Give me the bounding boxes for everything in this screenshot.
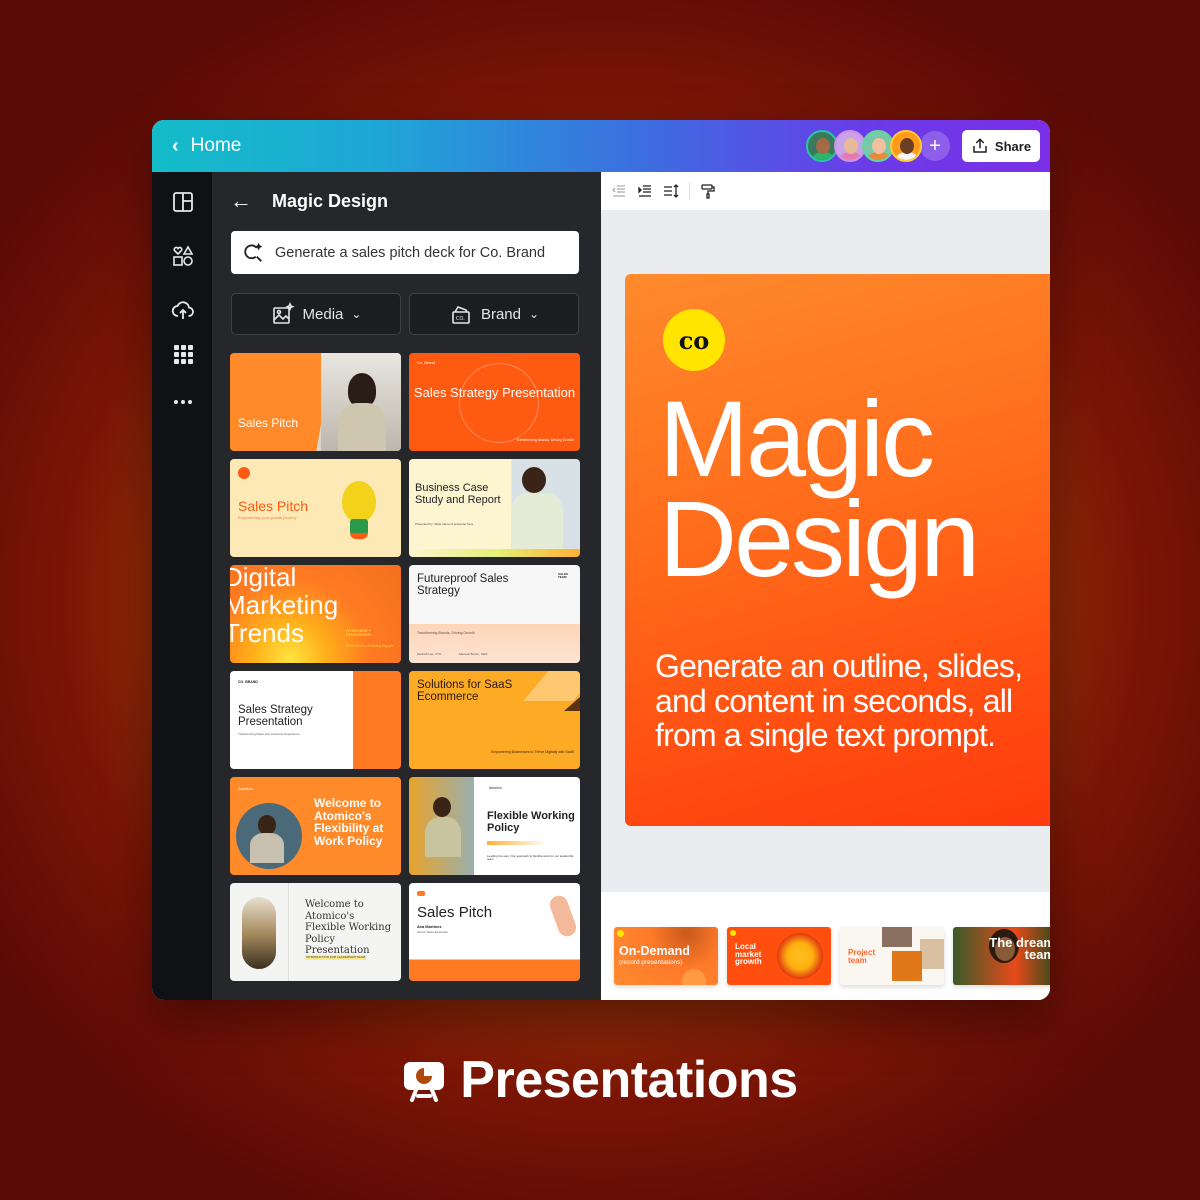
brand-filter-label: Brand (480, 305, 521, 323)
co-logo: co (663, 309, 725, 371)
outdent-icon[interactable] (611, 183, 627, 199)
top-bar: ‹ Home + Share (152, 120, 1050, 172)
svg-text:CO.: CO. (456, 316, 465, 322)
slide-title-line-1: Magic (659, 378, 935, 499)
cloud-upload-icon[interactable] (171, 298, 195, 322)
filmstrip-slide[interactable]: Project team (840, 927, 944, 985)
filmstrip-slide[interactable]: The dream team (953, 927, 1050, 985)
template-card[interactable]: Co. Brand Sales Strategy Presentation Tr… (409, 353, 580, 451)
chevron-down-icon: ⌄ (528, 307, 540, 321)
presentation-icon (404, 1062, 445, 1102)
paint-roller-icon[interactable] (700, 183, 716, 199)
canvas-area: co Magic Design Generate an outline, sli… (601, 172, 1050, 1000)
filmstrip-slide[interactable]: On-Demand (record presentations) (614, 927, 718, 985)
template-card[interactable]: Welcome to Atomico's Flexible Working Po… (230, 883, 401, 981)
layout-icon[interactable] (171, 190, 195, 214)
media-filter-button[interactable]: Media ⌄ (231, 293, 401, 335)
template-card[interactable]: CO. BRAND Sales Strategy Presentation Tr… (230, 671, 401, 769)
slide-filmstrip: On-Demand (record presentations) Local m… (601, 892, 1050, 1000)
line-spacing-icon[interactable] (663, 183, 679, 199)
slide-title-line-2: Design (659, 478, 980, 600)
home-button[interactable]: ‹ Home (172, 135, 241, 158)
toolbar-divider (689, 182, 690, 200)
chevron-down-icon: ⌄ (351, 307, 362, 321)
slide-title: Magic Design (659, 378, 980, 600)
template-card[interactable]: Solutions for SaaS Ecommerce Empowering … (409, 671, 580, 769)
avatar-face (900, 138, 914, 154)
avatar-face (872, 138, 886, 154)
brand-filter-button[interactable]: CO. Brand ⌄ (409, 293, 579, 335)
prompt-input[interactable] (275, 244, 575, 261)
main-slide[interactable]: co Magic Design Generate an outline, sli… (625, 274, 1050, 826)
magic-design-panel: ← Magic Design Media ⌄ CO. Brand ⌄ Sales… (212, 172, 601, 1000)
back-arrow-icon[interactable]: ← (230, 188, 252, 214)
home-label: Home (190, 135, 242, 156)
slide-subtitle: Generate an outline, slides, and content… (655, 648, 1023, 754)
side-rail (152, 172, 212, 1000)
template-card[interactable]: Atomico Welcome to Atomico's Flexibility… (230, 777, 401, 875)
collaborator-avatars: + (806, 130, 950, 162)
share-label: Share (994, 138, 1032, 154)
template-card[interactable]: Sales Pitch Empowering your growth journ… (230, 459, 401, 557)
template-card[interactable]: Business Case Study and Report Presented… (409, 459, 580, 557)
filmstrip-slide[interactable]: Local market growth (727, 927, 831, 985)
elements-icon[interactable] (171, 244, 195, 268)
apps-grid-icon[interactable] (171, 342, 195, 366)
share-button[interactable]: Share (962, 130, 1040, 162)
template-card[interactable]: Atomico Flexible Working Policy Leading … (409, 777, 580, 875)
media-filter-label: Media (302, 305, 344, 323)
text-toolbar (601, 172, 1050, 210)
add-collaborator-button[interactable]: + (920, 131, 950, 161)
avatar-face (816, 138, 830, 154)
template-card[interactable]: Sales Pitch (230, 353, 401, 451)
magic-search-icon (244, 242, 263, 262)
avatar[interactable] (890, 130, 922, 162)
panel-title: Magic Design (272, 190, 389, 211)
footer-label: Presentations (460, 1051, 798, 1109)
brand-kit-icon: CO. (452, 306, 470, 324)
avatar-face (844, 138, 858, 154)
editor-window: ‹ Home + Share ← Magic Design Media ⌄ (152, 120, 1050, 1000)
share-icon (973, 138, 987, 153)
prompt-field[interactable] (231, 231, 579, 274)
media-sparkle-icon (272, 302, 295, 324)
chevron-left-icon: ‹ (172, 134, 179, 157)
footer-branding: Presentations (0, 1050, 1200, 1110)
template-card[interactable]: Sales Pitch Ava Martinez Senior Sales Ex… (409, 883, 580, 981)
template-card[interactable]: Digital Marketing Trends OVERVIEW + DISC… (230, 565, 401, 663)
template-card[interactable]: Futureproof Sales Strategy SALES TEAM Tr… (409, 565, 580, 663)
indent-icon[interactable] (637, 183, 653, 199)
panel-header: ← Magic Design (230, 188, 388, 214)
more-icon[interactable] (171, 390, 195, 414)
